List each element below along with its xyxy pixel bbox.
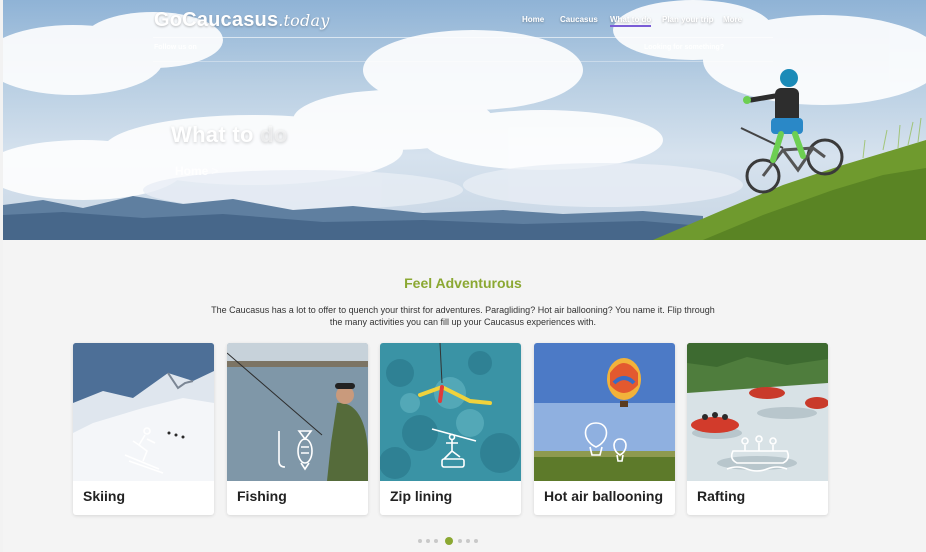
carousel-dot[interactable] bbox=[434, 539, 438, 543]
breadcrumb: Home > bbox=[175, 164, 218, 178]
zip-lining-photo bbox=[380, 343, 521, 481]
hot-air-ballooning-photo bbox=[534, 343, 675, 481]
card-label: Zip lining bbox=[390, 488, 453, 504]
logo-main-text: GoCaucasus bbox=[154, 9, 279, 31]
nav-more[interactable]: More bbox=[723, 15, 742, 24]
hero-image bbox=[3, 0, 926, 240]
hero-banner: GoCaucasus.today Home Caucasus What to d… bbox=[3, 0, 926, 240]
page-title-main: What to bbox=[171, 122, 261, 147]
fishing-photo bbox=[227, 343, 368, 481]
nav-caucasus[interactable]: Caucasus bbox=[560, 15, 598, 24]
card-label: Hot air ballooning bbox=[544, 488, 663, 504]
activity-card-fishing[interactable]: Fishing bbox=[227, 343, 368, 515]
header-divider bbox=[153, 37, 773, 38]
nav-what-to-do[interactable]: What to do bbox=[610, 15, 652, 27]
search-prompt[interactable]: Looking for something? bbox=[644, 44, 724, 51]
carousel-dot[interactable] bbox=[458, 539, 462, 543]
rafting-photo bbox=[687, 343, 828, 481]
breadcrumb-separator: > bbox=[211, 164, 219, 178]
site-logo[interactable]: GoCaucasus.today bbox=[154, 9, 329, 32]
card-label: Skiing bbox=[83, 488, 126, 504]
skiing-photo bbox=[73, 343, 214, 481]
intro-line-2: the many activities you can fill up your… bbox=[329, 317, 597, 327]
intro-line-1: The Caucasus has a lot to offer to quenc… bbox=[211, 305, 715, 315]
carousel-dot[interactable] bbox=[418, 539, 422, 543]
logo-tld-text: .today bbox=[278, 11, 330, 30]
card-label: Rafting bbox=[697, 488, 746, 504]
carousel-dot[interactable] bbox=[426, 539, 430, 543]
section-intro: The Caucasus has a lot to offer to quenc… bbox=[0, 304, 926, 328]
carousel-dot-active[interactable] bbox=[445, 537, 453, 545]
section-title: Feel Adventurous bbox=[404, 275, 522, 291]
activity-card-hot-air-ballooning[interactable]: Hot air ballooning bbox=[534, 343, 675, 515]
carousel-pagination bbox=[416, 536, 486, 546]
activity-card-rafting[interactable]: Rafting bbox=[687, 343, 828, 515]
follow-us-label: Follow us on bbox=[154, 44, 197, 51]
subheader-divider bbox=[153, 61, 773, 62]
nav-plan-your-trip[interactable]: Plan your trip bbox=[662, 15, 714, 24]
carousel-dot[interactable] bbox=[474, 539, 478, 543]
card-label: Fishing bbox=[237, 488, 287, 504]
activity-card-skiing[interactable]: Skiing bbox=[73, 343, 214, 515]
carousel-dot[interactable] bbox=[466, 539, 470, 543]
page-title-accent: do bbox=[260, 122, 288, 147]
nav-home[interactable]: Home bbox=[522, 15, 544, 24]
breadcrumb-home[interactable]: Home bbox=[175, 164, 208, 178]
page-title: What to do bbox=[171, 122, 288, 148]
activity-card-zip-lining[interactable]: Zip lining bbox=[380, 343, 521, 515]
